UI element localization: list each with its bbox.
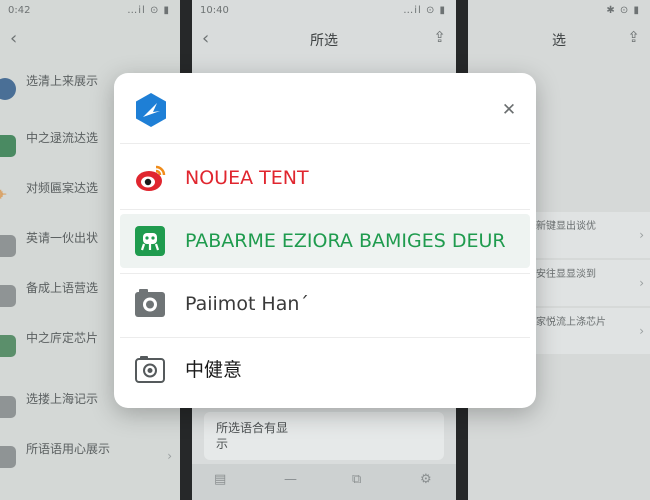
nav-bar: ‹ 所选 ⇪: [192, 24, 456, 54]
camera-icon: [0, 235, 16, 257]
divider: [120, 143, 530, 144]
chevron-right-icon: ›: [639, 228, 644, 242]
status-icons: ✱ ⊙ ▮: [606, 5, 640, 16]
copy-tab-icon[interactable]: ⧉: [352, 472, 361, 487]
weibo-icon: [136, 165, 166, 191]
status-time: 0:42: [8, 5, 31, 16]
list-item-label: 家悦流上涤芯片: [536, 317, 606, 328]
chevron-right-icon: ›: [639, 324, 644, 338]
share-option-camera-outline[interactable]: 中健意: [120, 343, 530, 397]
divider: [120, 337, 530, 338]
back-icon[interactable]: ‹: [10, 28, 17, 49]
share-option-weibo[interactable]: NOUEA TENT: [120, 151, 530, 205]
divider: [120, 209, 530, 210]
minus-tab-icon[interactable]: —: [284, 472, 297, 487]
status-bar: 10:40 …il ⊙ ▮: [192, 0, 456, 22]
share-option-label: NOUEA TENT: [185, 167, 309, 189]
status-bar: 0:42 …il ⊙ ▮: [0, 0, 180, 22]
camera-icon: [0, 396, 16, 418]
share-option-label: Paiimot Han´: [185, 293, 309, 315]
camera-icon: [135, 289, 165, 317]
divider: [120, 273, 530, 274]
green-app-icon: [135, 226, 165, 256]
share-option-label: PABARME EZIORA BAMIGES DEUR: [185, 230, 506, 252]
status-time: 10:40: [200, 5, 229, 16]
list-tab-icon[interactable]: ▤: [214, 472, 226, 487]
share-option-label: 中健意: [185, 359, 243, 381]
list-item-icon: [0, 135, 16, 157]
gear-icon[interactable]: ⚙: [420, 472, 432, 487]
list-item-label: 安往显显淡到: [536, 269, 596, 280]
list-item-label: 新键显出谈优: [536, 221, 596, 232]
chevron-right-icon: ›: [167, 449, 172, 463]
share-dialog: ✕ NOUEA TENT PABARME EZIORA BAMIGES DEUR: [114, 73, 536, 408]
share-icon[interactable]: ⇪: [433, 28, 446, 46]
share-option-green-app[interactable]: PABARME EZIORA BAMIGES DEUR: [120, 214, 530, 268]
chevron-right-icon: ›: [639, 276, 644, 290]
camera-icon: [0, 285, 16, 307]
page-title: 所选: [310, 33, 338, 49]
list-item[interactable]: 所语语用心展示 ›: [0, 433, 180, 483]
app-logo-icon: [136, 93, 166, 127]
list-item-label: 备成上语营选: [26, 281, 99, 295]
list-item-label: 选清上来展示: [26, 74, 99, 88]
status-icons: …il ⊙ ▮: [127, 5, 170, 16]
list-item-icon: [0, 78, 16, 100]
tab-bar: ▤ — ⧉ ⚙: [192, 464, 456, 500]
info-card-label: 所选语合有显示: [216, 421, 289, 451]
nav-bar: ‹: [0, 24, 180, 54]
page-title: 选: [552, 33, 566, 49]
close-icon[interactable]: ✕: [498, 99, 520, 121]
nav-bar: 选 ⇪: [468, 24, 650, 54]
list-item-label: 所语语用心展示: [26, 442, 111, 456]
list-item-icon: ✈: [0, 185, 8, 204]
camera-outline-icon: [135, 356, 165, 383]
list-item-label: 中之庍定芯片: [26, 331, 99, 345]
share-option-camera[interactable]: Paiimot Han´: [120, 277, 530, 331]
list-item-label: 英请一伙出状: [26, 231, 99, 245]
share-icon[interactable]: ⇪: [627, 28, 640, 46]
list-item-label: 中之逯流达选: [26, 131, 99, 145]
list-item-label: 对频匾宲达选: [26, 181, 99, 195]
list-item-icon: [0, 335, 16, 357]
camera-icon: [0, 446, 16, 468]
list-item-label: 选搂上海记示: [26, 392, 99, 406]
status-icons: …il ⊙ ▮: [403, 5, 446, 16]
status-bar: ✱ ⊙ ▮: [468, 0, 650, 22]
info-card[interactable]: 所选语合有显示: [204, 412, 444, 460]
